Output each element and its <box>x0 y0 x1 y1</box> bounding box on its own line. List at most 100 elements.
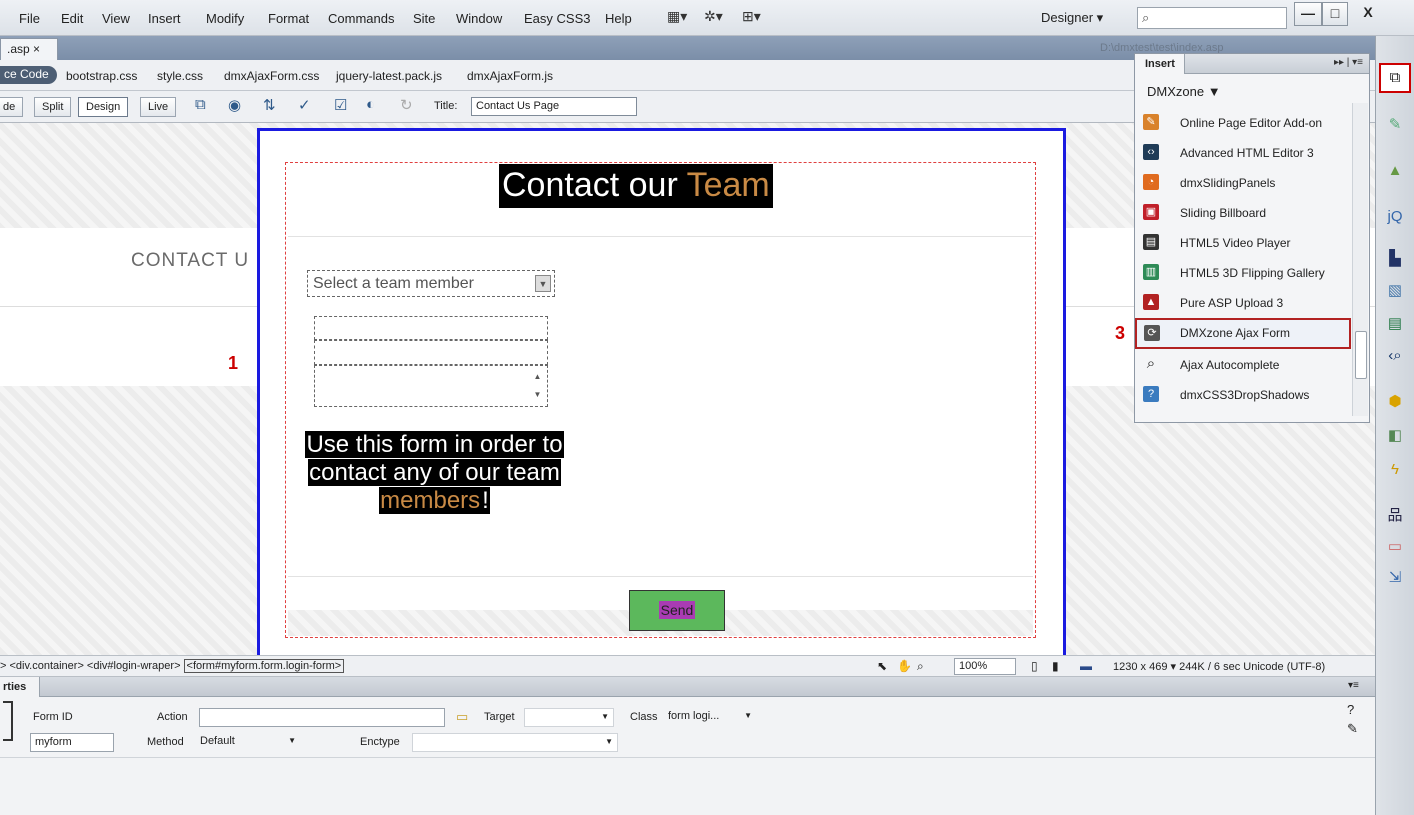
enctype-select[interactable] <box>412 733 618 752</box>
current-tag[interactable]: <form#myform.form.login-form> <box>183 659 345 673</box>
maximize-button[interactable]: □ <box>1322 2 1348 26</box>
bindings-icon[interactable]: ‹⌕ <box>1385 346 1405 366</box>
menu-window[interactable]: Window <box>456 11 502 26</box>
related-file[interactable]: style.css <box>157 69 203 83</box>
menu-format[interactable]: Format <box>268 11 309 26</box>
multiscreen-icon[interactable]: ⧉ <box>195 96 206 113</box>
source-code-button[interactable]: ce Code <box>0 66 57 84</box>
message-textarea[interactable] <box>314 365 548 407</box>
upload-icon: ▲ <box>1143 294 1159 310</box>
insert-item-video-player[interactable]: ▤ HTML5 Video Player <box>1135 228 1351 258</box>
preview-browser-icon[interactable]: ◉ <box>228 96 241 114</box>
code-view-button[interactable]: de <box>0 97 24 117</box>
menu-edit[interactable]: Edit <box>61 11 83 26</box>
quick-tag-editor-icon[interactable]: ✎ <box>1347 721 1358 737</box>
menu-commands[interactable]: Commands <box>328 11 394 26</box>
insert-item-advanced-html-editor[interactable]: ‹› Advanced HTML Editor 3 <box>1135 138 1351 168</box>
panel-options-icon[interactable]: ▾≡ <box>1348 680 1359 691</box>
check-page-icon[interactable]: ☑ <box>334 96 347 114</box>
menu-help[interactable]: Help <box>605 11 632 26</box>
target-label: Target <box>484 711 515 723</box>
files-icon[interactable]: 品 <box>1385 506 1405 526</box>
file-management-icon[interactable]: ⇅ <box>263 96 276 114</box>
zoom-select[interactable]: 100% <box>954 658 1016 675</box>
menu-file[interactable]: File <box>19 11 40 26</box>
form-id-label: Form ID <box>33 711 73 723</box>
folder-icon[interactable]: ▭ <box>456 709 468 725</box>
insert-item-online-page-editor[interactable]: ✎ Online Page Editor Add-on <box>1135 108 1351 138</box>
page-title-input[interactable]: Contact Us Page <box>471 97 637 116</box>
menu-insert[interactable]: Insert <box>148 11 181 26</box>
panel-menu-icon[interactable]: ▸▸ | ▾≡ <box>1334 57 1363 68</box>
databases-icon[interactable]: ▤ <box>1385 314 1405 334</box>
assets-icon[interactable]: ▭ <box>1385 537 1405 557</box>
refresh-icon[interactable]: ↻ <box>400 96 413 114</box>
minimize-button[interactable]: — <box>1294 2 1322 26</box>
menu-site[interactable]: Site <box>413 11 435 26</box>
snippets-icon[interactable]: ⇲ <box>1385 568 1405 588</box>
visual-aids-icon[interactable]: ◐ <box>366 96 375 113</box>
billboard-icon: ▣ <box>1143 204 1159 220</box>
related-file[interactable]: dmxAjaxForm.css <box>224 69 319 83</box>
image-icon[interactable]: ▧ <box>1385 281 1405 301</box>
behaviors-icon[interactable]: ϟ <box>1385 460 1405 480</box>
ap-elements-icon[interactable]: ▲ <box>1385 161 1405 181</box>
insert-panel-scrollbar[interactable] <box>1352 103 1368 416</box>
w3c-validation-icon[interactable]: ✓ <box>298 96 311 114</box>
class-select[interactable]: form logi... <box>664 708 756 727</box>
extensions-menu-icon[interactable]: ✲▾ <box>704 8 723 25</box>
layout-menu-icon[interactable]: ▦▾ <box>667 8 687 25</box>
phone-size-icon[interactable]: ▯ <box>1031 659 1038 673</box>
menu-modify[interactable]: Modify <box>206 11 244 26</box>
insert-item-sliding-panels[interactable]: ◔ dmxSlidingPanels <box>1135 168 1351 198</box>
desktop-size-icon[interactable]: ▬ <box>1080 659 1092 673</box>
name-field[interactable] <box>314 316 548 340</box>
css-styles-icon[interactable]: ✎ <box>1385 115 1405 135</box>
hand-tool-icon[interactable]: ✋ <box>897 659 912 673</box>
insert-item-drop-shadows[interactable]: ? dmxCSS3DropShadows <box>1135 380 1351 410</box>
email-field[interactable] <box>314 340 548 365</box>
search-icon: ⌕ <box>1142 10 1150 25</box>
category-dropdown[interactable]: DMXzone ▼ <box>1147 84 1221 99</box>
related-file[interactable]: dmxAjaxForm.js <box>467 69 553 83</box>
menu-view[interactable]: View <box>102 11 130 26</box>
send-button[interactable]: Send <box>629 590 725 631</box>
menu-easy-css3[interactable]: Easy CSS3 <box>524 11 590 26</box>
insert-item-ajax-autocomplete[interactable]: ⌕ Ajax Autocomplete <box>1135 350 1351 380</box>
team-member-select[interactable]: Select a team member ▼ <box>307 270 555 297</box>
tablet-size-icon[interactable]: ▮ <box>1052 659 1059 673</box>
tag-selector[interactable]: > <div.container> <div#login-wraper> <fo… <box>0 659 345 673</box>
design-view-button[interactable]: Design <box>78 97 129 117</box>
live-view-button[interactable]: Live <box>140 97 177 117</box>
workspace-switcher[interactable]: Designer ▾ <box>1041 10 1103 26</box>
target-select[interactable] <box>524 708 614 727</box>
textarea-scroll-arrows[interactable]: ▲ ▼ <box>528 368 547 406</box>
insert-item-asp-upload[interactable]: ▲ Pure ASP Upload 3 <box>1135 288 1351 318</box>
video-player-icon: ▤ <box>1143 234 1159 250</box>
insert-item-sliding-billboard[interactable]: ▣ Sliding Billboard <box>1135 198 1351 228</box>
class-label: Class <box>630 711 658 723</box>
zoom-tool-icon[interactable]: ⌕ <box>917 659 924 674</box>
close-button[interactable]: X <box>1348 2 1388 26</box>
related-file[interactable]: bootstrap.css <box>66 69 137 83</box>
method-select[interactable]: Default <box>196 733 300 752</box>
components-icon[interactable]: ◧ <box>1385 426 1405 446</box>
help-icon[interactable]: ? <box>1347 702 1354 717</box>
document-tab[interactable]: .asp × <box>0 38 58 60</box>
insert-item-ajax-form[interactable]: ⟳ DMXzone Ajax Form <box>1135 318 1351 349</box>
jquery-icon[interactable]: jQ <box>1385 207 1405 227</box>
select-tool-icon[interactable]: ⬉ <box>877 659 887 673</box>
business-catalyst-icon[interactable]: ▙ <box>1385 249 1405 269</box>
action-input[interactable] <box>199 708 445 727</box>
insert-item-flipping-gallery[interactable]: ▥ HTML5 3D Flipping Gallery <box>1135 258 1351 288</box>
server-behaviors-icon[interactable]: ⬢ <box>1385 392 1405 412</box>
site-menu-icon[interactable]: ⊞▾ <box>742 8 761 25</box>
form-id-input[interactable]: myform <box>30 733 114 752</box>
related-file[interactable]: jquery-latest.pack.js <box>336 69 442 83</box>
split-view-button[interactable]: Split <box>34 97 72 117</box>
window-size-info[interactable]: 1230 x 469 ▾ 244K / 6 sec Unicode (UTF-8… <box>1113 660 1325 673</box>
insert-panel-icon[interactable]: ⧉ <box>1379 63 1411 93</box>
properties-tab[interactable]: rties <box>0 677 40 697</box>
insert-panel-tab[interactable]: Insert <box>1135 54 1185 74</box>
help-search-input[interactable]: ⌕ <box>1137 7 1287 29</box>
